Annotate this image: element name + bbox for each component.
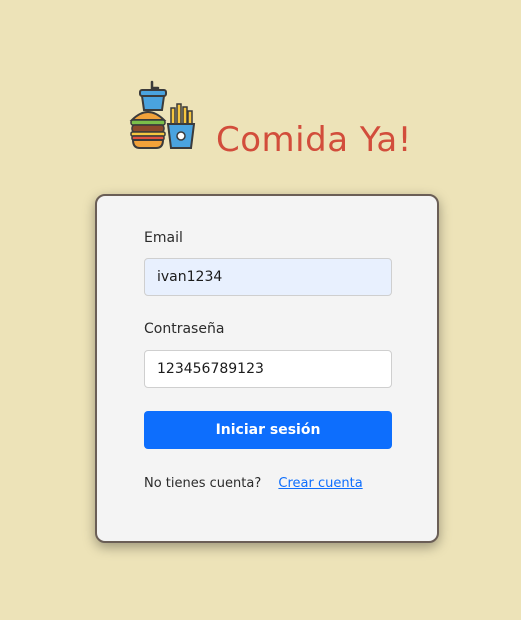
no-account-text: No tienes cuenta?	[144, 476, 262, 491]
login-button[interactable]: Iniciar sesión	[144, 411, 392, 449]
login-card: Email Contraseña Iniciar sesión No tiene…	[95, 194, 439, 543]
signup-prompt: No tienes cuenta? Crear cuenta	[144, 475, 404, 493]
password-label: Contraseña	[144, 321, 225, 337]
email-field[interactable]	[144, 258, 392, 296]
brand-title: Comida Ya!	[216, 120, 412, 160]
brand-header: Comida Ya!	[128, 80, 448, 160]
create-account-link[interactable]: Crear cuenta	[278, 476, 362, 491]
email-label: Email	[144, 230, 183, 246]
password-field[interactable]	[144, 350, 392, 388]
fast-food-icon	[129, 80, 196, 149]
